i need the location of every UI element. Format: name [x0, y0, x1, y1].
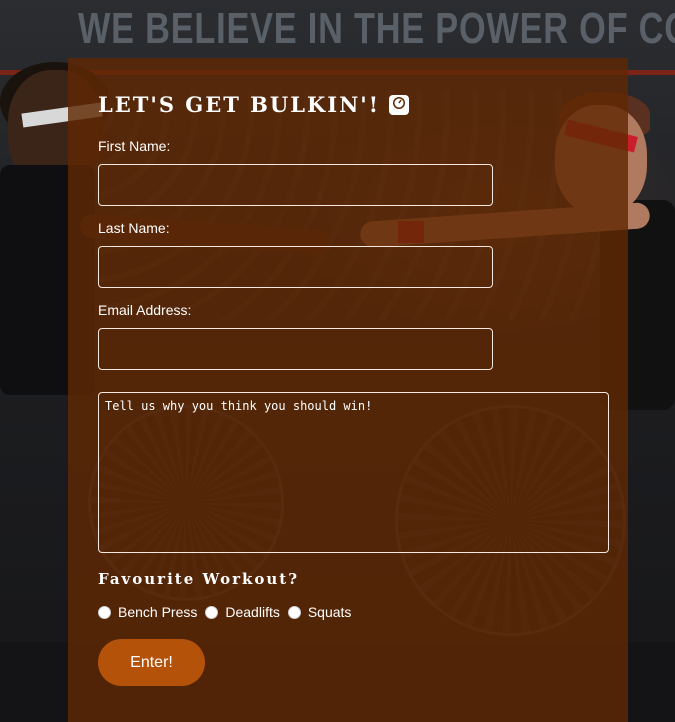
squats-radio[interactable]	[287, 605, 301, 619]
email-input[interactable]	[98, 328, 493, 370]
favourite-workout-heading: Favourite Workout?	[98, 570, 300, 588]
last-name-input[interactable]	[98, 246, 493, 288]
form-title-text: LET'S GET BULKIN'!	[98, 92, 380, 117]
squats-label[interactable]: Squats	[308, 604, 352, 620]
enter-button[interactable]: Enter!	[98, 639, 205, 686]
scale-icon	[388, 94, 410, 116]
background-banner: WE BELIEVE IN THE POWER OF COMMUNI	[78, 4, 675, 53]
bench-press-label[interactable]: Bench Press	[118, 604, 197, 620]
last-name-label: Last Name:	[98, 220, 170, 236]
bench-press-radio[interactable]	[98, 605, 111, 619]
first-name-input[interactable]	[98, 164, 493, 206]
workout-radio-group: Bench Press Deadlifts Squats	[98, 604, 359, 620]
email-label: Email Address:	[98, 302, 192, 318]
deadlifts-label[interactable]: Deadlifts	[225, 604, 279, 620]
first-name-label: First Name:	[98, 138, 171, 154]
message-textarea[interactable]: Tell us why you think you should win!	[98, 392, 609, 553]
form-title: LET'S GET BULKIN'!	[98, 92, 410, 117]
deadlifts-radio[interactable]	[205, 605, 219, 619]
entry-form: LET'S GET BULKIN'! First Name: Last Name…	[68, 58, 628, 722]
